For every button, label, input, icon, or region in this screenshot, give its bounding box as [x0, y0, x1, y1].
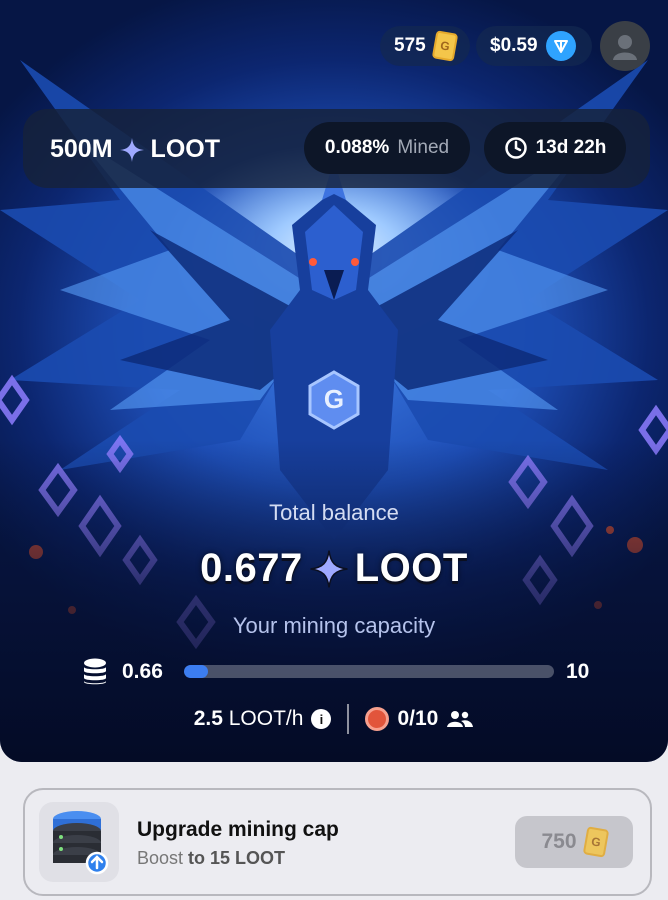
total-balance-label: Total balance: [269, 500, 399, 525]
mined-label: Mined: [397, 137, 450, 158]
token-supply: 500M LOOT: [50, 135, 220, 164]
mining-capacity-progress: 0.66 10: [82, 656, 602, 688]
friends-icon[interactable]: [446, 709, 474, 729]
info-icon[interactable]: i: [311, 709, 332, 729]
balance-amount: 0.677: [200, 546, 303, 590]
upgrade-buy-button[interactable]: 750 G: [515, 816, 633, 868]
tickets-count: 575: [394, 35, 426, 56]
timer-pill: 13d 22h: [484, 122, 626, 174]
upgrade-title: Upgrade mining cap: [137, 818, 339, 841]
mined-percent: 0.088%: [324, 137, 390, 158]
divider: [347, 704, 350, 734]
capacity-max: 10: [566, 660, 590, 683]
rate-value: 2.5: [193, 707, 223, 730]
balance-token: LOOT: [354, 546, 468, 590]
upgrade-price: 750: [541, 830, 577, 853]
server-upgrade-icon: [39, 802, 119, 882]
upgrade-subtitle: Boost to 15 LOOT: [137, 848, 285, 869]
loot-diamond-icon: [310, 549, 348, 588]
g-emblem-icon: G: [308, 370, 360, 430]
friends-count: 0/10: [397, 707, 439, 730]
ton-coin-icon: [545, 31, 576, 61]
ton-balance: $0.59: [490, 35, 538, 56]
mining-capacity-label: Your mining capacity: [232, 613, 436, 638]
user-avatar-icon[interactable]: [600, 21, 650, 71]
upgrade-sub-target: to 15 LOOT: [188, 848, 286, 868]
total-balance: 0.677 LOOT: [0, 546, 668, 591]
upgrade-mining-card[interactable]: Upgrade mining cap Boost to 15 LOOT 750 …: [23, 788, 652, 896]
capacity-current: 0.66: [122, 660, 163, 683]
token-info-bar: 500M LOOT 0.088% Mined 13d 22h: [23, 109, 650, 188]
svg-text:G: G: [324, 384, 344, 414]
ticket-g-icon: G: [582, 826, 609, 858]
upgrade-sub-prefix: Boost: [137, 848, 184, 868]
friends-status-icon: [365, 707, 390, 731]
mining-rate: 2.5 LOOT/h: [194, 707, 304, 731]
clock-icon: [504, 137, 527, 159]
supply-token: LOOT: [150, 135, 220, 163]
ton-balance-chip[interactable]: $0.59: [476, 26, 592, 66]
tickets-chip[interactable]: 575 G: [380, 26, 470, 66]
capacity-bar-fill: [184, 665, 209, 678]
coin-stack-icon: [84, 658, 106, 685]
loot-diamond-icon: [119, 137, 144, 162]
mining-rate-row: 2.5 LOOT/h i 0/10: [0, 703, 668, 735]
capacity-bar: [184, 665, 554, 678]
ticket-g-icon: G: [431, 30, 458, 62]
rate-unit: LOOT/h: [228, 707, 304, 730]
time-left: 13d 22h: [535, 137, 607, 158]
supply-amount: 500M: [50, 135, 113, 163]
mined-pill: 0.088% Mined: [304, 122, 470, 174]
